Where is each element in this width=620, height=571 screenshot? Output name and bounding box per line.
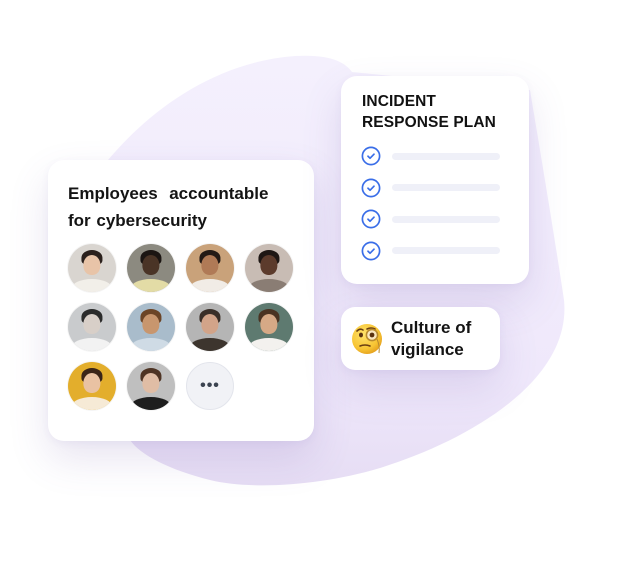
- avatar-face: [260, 313, 278, 334]
- checklist-item-placeholder-bar: [392, 215, 500, 223]
- avatar-man-white-tshirt[interactable]: [245, 303, 293, 351]
- checklist-item: [361, 146, 511, 166]
- avatar-face: [201, 313, 219, 334]
- avatar-face: [83, 372, 101, 393]
- check-circle-icon[interactable]: [361, 209, 381, 229]
- more-dots-icon: •••: [200, 377, 220, 394]
- check-circle-icon[interactable]: [361, 146, 381, 166]
- avatar-face: [201, 254, 219, 275]
- avatar-grid: •••: [68, 244, 293, 410]
- incident-title-line-1: INCIDENT: [362, 93, 436, 110]
- avatar-woman-yellow-background[interactable]: [68, 362, 116, 410]
- checklist-item: [361, 241, 511, 261]
- avatar-woman-white-top-red-flower[interactable]: [68, 244, 116, 292]
- checklist-item: [361, 178, 511, 198]
- check-circle-icon[interactable]: [361, 178, 381, 198]
- avatar-shoulders: [71, 278, 113, 292]
- avatar-face: [83, 313, 101, 334]
- face-with-monocle-icon: [352, 324, 382, 354]
- employees-card: Employees accountable for cybersecurity …: [48, 160, 314, 441]
- avatar-shoulders: [248, 337, 290, 351]
- checklist-item-placeholder-bar: [392, 247, 500, 254]
- avatar-woman-afro[interactable]: [245, 244, 293, 292]
- avatar-shoulders: [189, 278, 231, 292]
- more-employees-button[interactable]: •••: [186, 362, 234, 410]
- avatar-face: [142, 254, 160, 275]
- avatar-shoulders: [71, 337, 113, 351]
- incident-response-card: INCIDENT RESPONSE PLAN: [341, 76, 529, 284]
- vigilance-text: Culture of vigilance: [391, 317, 471, 361]
- avatar-face: [142, 313, 160, 334]
- vigilance-text-line-2: vigilance: [391, 340, 464, 359]
- avatar-shoulders: [130, 278, 172, 292]
- avatar-shoulders: [189, 337, 231, 351]
- checklist-item: [361, 209, 511, 229]
- avatar-woman-long-straight-hair[interactable]: [127, 362, 175, 410]
- avatar-shoulders: [71, 396, 113, 410]
- incident-card-title: INCIDENT RESPONSE PLAN: [362, 91, 496, 133]
- checklist-item-placeholder-bar: [392, 152, 500, 160]
- employees-card-title: Employees accountable for cybersecurity: [68, 180, 308, 234]
- avatar-shoulders: [130, 396, 172, 410]
- avatar-face: [83, 254, 101, 275]
- avatar-face: [260, 254, 278, 275]
- vigilance-card: Culture of vigilance: [341, 307, 500, 370]
- avatar-woman-profile-bw[interactable]: [68, 303, 116, 351]
- avatar-shoulders: [248, 278, 290, 292]
- incident-title-line-2: RESPONSE PLAN: [362, 114, 496, 131]
- avatar-man-yellow-shirt[interactable]: [127, 244, 175, 292]
- vigilance-text-line-1: Culture of: [391, 318, 472, 337]
- avatar-face: [142, 372, 160, 393]
- employees-title-line-2: for cybersecurity: [68, 211, 207, 230]
- employees-title-line-1: Employees accountable: [68, 184, 269, 203]
- checklist-item-placeholder-bar: [392, 184, 500, 191]
- avatar-man-beard-smiling[interactable]: [186, 303, 234, 351]
- check-circle-icon[interactable]: [361, 241, 381, 261]
- avatar-woman-long-wavy-hair[interactable]: [127, 303, 175, 351]
- avatar-woman-curly-hair[interactable]: [186, 244, 234, 292]
- incident-checklist: [361, 146, 511, 272]
- avatar-shoulders: [130, 337, 172, 351]
